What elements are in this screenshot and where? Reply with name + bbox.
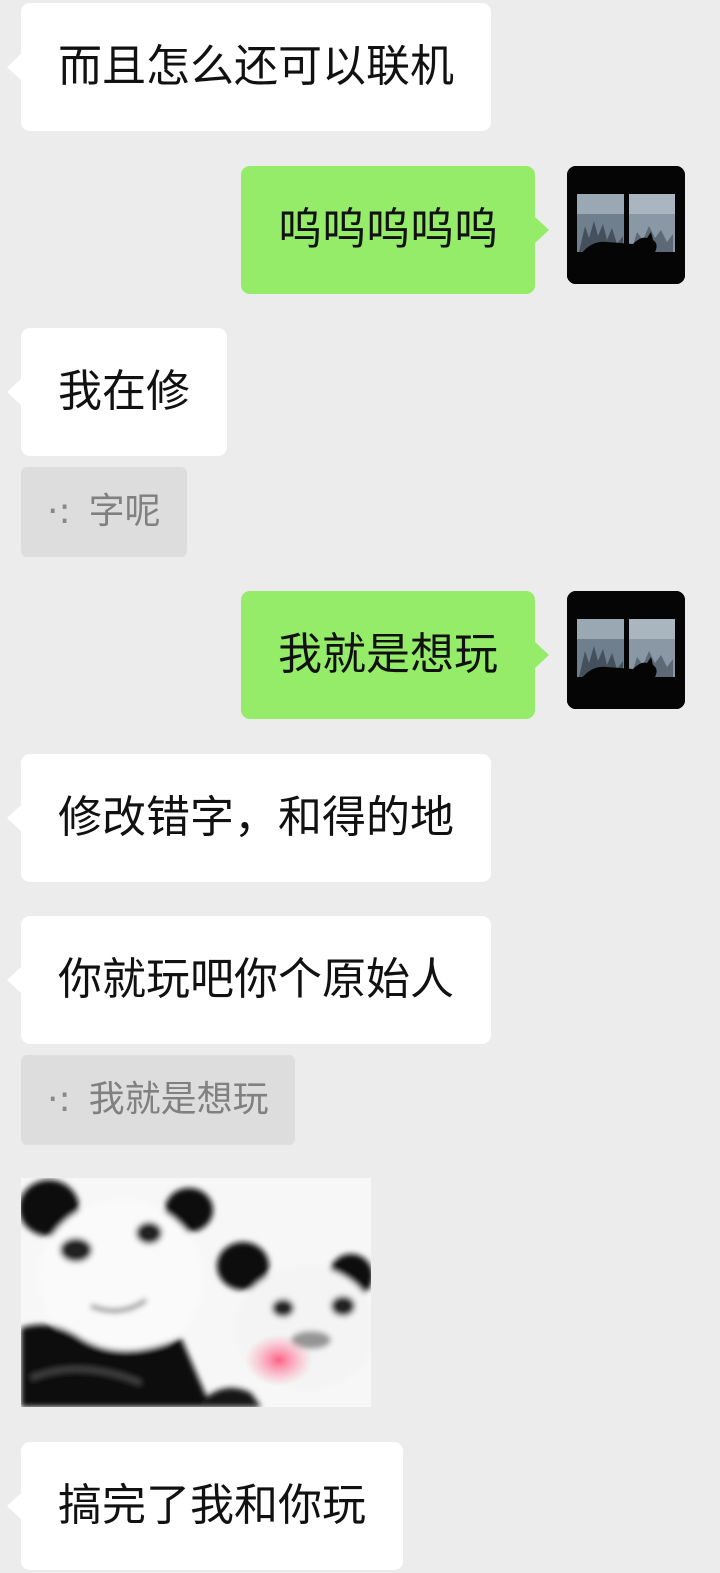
quote-text: 我就是想玩 (88, 1079, 269, 1120)
quote-prefix: ·: (47, 1079, 71, 1120)
incoming-message-bubble[interactable]: 而且怎么还可以联机 (7, 3, 491, 131)
cat-silhouette-window-avatar (567, 166, 685, 284)
user-avatar[interactable] (567, 166, 685, 284)
quoted-message[interactable]: ·: 字呢 (21, 467, 187, 557)
quoted-message[interactable]: ·: 我就是想玩 (21, 1055, 295, 1145)
panda-meme-sticker (21, 1178, 371, 1407)
message-text: 搞完了我和你玩 (58, 1480, 366, 1531)
message-text: 呜呜呜呜呜 (278, 204, 498, 255)
sticker-message[interactable] (21, 1178, 371, 1407)
quote-text: 字呢 (88, 491, 161, 532)
incoming-message-bubble[interactable]: 你就玩吧你个原始人 (7, 916, 491, 1044)
user-avatar[interactable] (567, 591, 685, 709)
outgoing-message-bubble[interactable]: 呜呜呜呜呜 (241, 166, 549, 294)
quote-prefix: ·: (47, 491, 71, 532)
incoming-message-bubble[interactable]: 修改错字，和得的地 (7, 754, 491, 882)
incoming-message-bubble[interactable]: 搞完了我和你玩 (7, 1442, 403, 1570)
cat-silhouette-window-avatar (567, 591, 685, 709)
message-text: 你就玩吧你个原始人 (58, 954, 454, 1005)
incoming-message-bubble[interactable]: 我在修 (7, 328, 227, 456)
message-text: 我在修 (58, 366, 190, 417)
message-text: 而且怎么还可以联机 (58, 41, 454, 92)
message-text: 我就是想玩 (278, 629, 498, 680)
message-text: 修改错字，和得的地 (58, 792, 454, 843)
outgoing-message-bubble[interactable]: 我就是想玩 (241, 591, 549, 719)
